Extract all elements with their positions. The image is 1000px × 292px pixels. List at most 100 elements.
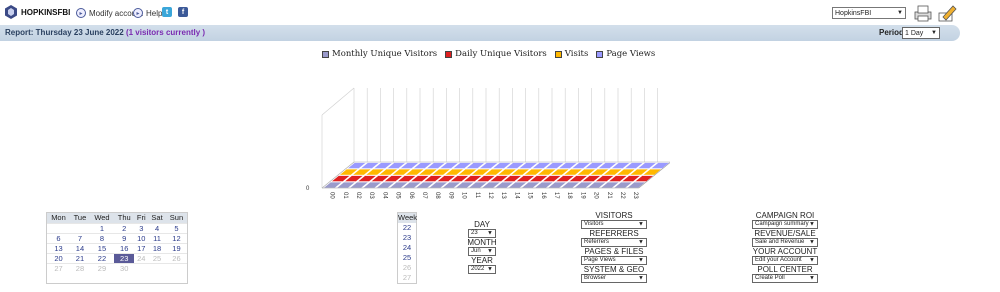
revenue-sale-select[interactable]: Sale and Revenue ▼ xyxy=(752,238,818,247)
calendar-day[interactable]: 22 xyxy=(89,252,115,263)
chevron-down-icon: ▼ xyxy=(809,221,815,227)
month-select[interactable]: Jun ▼ xyxy=(468,247,496,256)
calendar-day: 26 xyxy=(165,252,187,263)
x-tick-label: 18 xyxy=(566,192,572,199)
x-tick-label: 01 xyxy=(342,192,348,199)
calendar-day[interactable]: 1 xyxy=(89,222,115,233)
calendar-week-row: 20 21 22 23 24 25 26 xyxy=(47,252,187,263)
legend-swatch xyxy=(445,50,453,58)
select-value: Create Poll xyxy=(755,275,785,281)
calendar-day[interactable]: 18 xyxy=(148,242,166,253)
pencil-icon[interactable] xyxy=(937,4,957,22)
poll-center-select[interactable]: Create Poll ▼ xyxy=(752,274,818,283)
facebook-icon[interactable]: f xyxy=(178,7,188,17)
calendar-day[interactable]: 13 xyxy=(47,242,70,253)
calendar-day[interactable]: 7 xyxy=(69,232,90,243)
visitors-currently: (1 visitors currently ) xyxy=(125,28,206,37)
year-select[interactable]: 2022 ▼ xyxy=(468,265,496,274)
site-select-value: HopkinsFBI xyxy=(835,9,872,17)
arrow-right-icon: ▸ xyxy=(133,8,143,18)
legend-swatch xyxy=(596,50,604,58)
pages-files-select[interactable]: Page Views ▼ xyxy=(581,256,647,265)
calendar-empty-cell xyxy=(148,262,166,273)
menu-label: VISITORS xyxy=(595,211,633,220)
system-geo-select[interactable]: Browser ▼ xyxy=(581,274,647,283)
twitter-icon[interactable]: t xyxy=(162,7,172,17)
x-tick-label: 09 xyxy=(447,192,453,199)
calendar: Mon Tue Wed Thu Fri Sat Sun 1 2 3 4 5 6 7 8 9 10 11 12 13 1… xyxy=(46,212,188,284)
chevron-down-icon: ▼ xyxy=(931,30,937,36)
week-number[interactable]: 24 xyxy=(398,243,416,253)
x-tick-label: 07 xyxy=(421,192,427,199)
week-number[interactable]: 23 xyxy=(398,233,416,243)
day-select[interactable]: 23 ▼ xyxy=(468,229,496,238)
brand-name: HOPKINSFBI xyxy=(21,8,71,17)
calendar-day[interactable]: 21 xyxy=(69,252,90,263)
site-select[interactable]: HopkinsFBI ▼ xyxy=(832,7,906,19)
calendar-day[interactable]: 17 xyxy=(134,242,149,253)
chevron-down-icon: ▼ xyxy=(809,257,815,263)
x-tick-label: 21 xyxy=(606,192,612,199)
chevron-down-icon: ▼ xyxy=(638,275,644,281)
x-tick-label: 13 xyxy=(500,192,506,199)
calendar-day[interactable]: 14 xyxy=(69,242,90,253)
date-selectors: DAY 23 ▼ MONTH Jun ▼ YEAR 2022 ▼ xyxy=(462,220,502,274)
printer-icon[interactable] xyxy=(913,4,933,22)
week-number: 26 xyxy=(402,263,412,272)
calendar-day-today[interactable]: 23 xyxy=(114,252,135,263)
calendar-day[interactable]: 6 xyxy=(47,232,70,243)
help-label: Help xyxy=(146,8,163,18)
calendar-weekday-header: Mon xyxy=(47,213,70,223)
y-tick-label: 0 xyxy=(306,186,310,192)
legend-label: Daily Unique Visitors xyxy=(455,49,547,59)
year-label: YEAR xyxy=(471,256,493,265)
calendar-day[interactable]: 10 xyxy=(134,232,149,243)
calendar-day[interactable]: 4 xyxy=(148,222,166,233)
calendar-day[interactable]: 8 xyxy=(89,232,115,243)
calendar-day[interactable]: 9 xyxy=(114,232,135,243)
calendar-day[interactable]: 16 xyxy=(114,242,135,253)
report-bar: Report: Thursday 23 June 2022 (1 visitor… xyxy=(0,25,960,41)
calendar-day[interactable]: 2 xyxy=(114,222,135,233)
calendar-day[interactable]: 12 xyxy=(165,232,187,243)
help-link[interactable]: ▸ Help xyxy=(133,8,162,18)
select-value: Page Views xyxy=(584,257,616,263)
menu-label: POLL CENTER xyxy=(757,265,813,274)
campaign-roi-select[interactable]: Campaign summary ▼ xyxy=(752,220,818,229)
calendar-day[interactable]: 5 xyxy=(165,222,187,233)
calendar-weekday-header: Sun xyxy=(165,213,187,223)
referrers-select[interactable]: Referrers ▼ xyxy=(581,238,647,247)
week-number[interactable]: 25 xyxy=(398,253,416,263)
calendar-day[interactable]: 11 xyxy=(148,232,166,243)
x-tick-label: 12 xyxy=(487,192,493,199)
calendar-day: 28 xyxy=(69,262,90,273)
period-label: Period xyxy=(879,28,904,37)
legend-label: Page Views xyxy=(606,49,656,59)
calendar-day[interactable]: 20 xyxy=(47,252,70,263)
calendar-day[interactable]: 19 xyxy=(165,242,187,253)
x-tick-label: 22 xyxy=(619,192,625,199)
calendar-week-row: 6 7 8 9 10 11 12 xyxy=(47,232,187,243)
menu-label: REFERRERS xyxy=(589,229,639,238)
week-number[interactable]: 22 xyxy=(398,223,416,233)
x-tick-label: 03 xyxy=(368,192,374,199)
visitors-select[interactable]: Visitors ▼ xyxy=(581,220,647,229)
select-value: Edit your Account xyxy=(755,257,802,263)
report-menus-right: CAMPAIGN ROI Campaign summary ▼ REVENUE/S… xyxy=(749,211,821,283)
chevron-down-icon: ▼ xyxy=(487,230,493,236)
calendar-empty-cell xyxy=(47,222,70,233)
period-select[interactable]: 1 Day ▼ xyxy=(902,27,940,39)
x-tick-label: 04 xyxy=(381,192,387,199)
legend-label: Monthly Unique Visitors xyxy=(332,49,438,59)
your-account-select[interactable]: Edit your Account ▼ xyxy=(752,256,818,265)
legend-item-monthly: Monthly Unique Visitors xyxy=(322,49,437,59)
calendar-day[interactable]: 3 xyxy=(134,222,149,233)
legend-label: Visits xyxy=(564,49,589,59)
calendar-day[interactable]: 15 xyxy=(89,242,115,253)
x-tick-label: 20 xyxy=(593,192,599,199)
chart-legend: Monthly Unique Visitors Daily Unique Vis… xyxy=(322,49,655,59)
select-value: Visitors xyxy=(584,221,604,227)
x-tick-label: 02 xyxy=(355,192,361,199)
x-tick-label: 08 xyxy=(434,192,440,199)
chevron-down-icon: ▼ xyxy=(809,239,815,245)
